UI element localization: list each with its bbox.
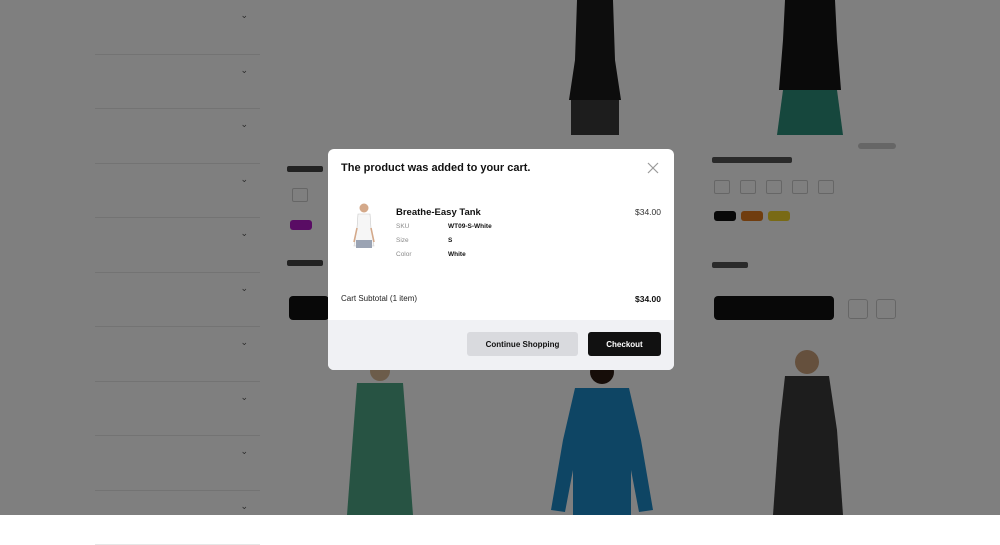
attr-value-size: S xyxy=(448,237,452,244)
cart-subtotal-value: $34.00 xyxy=(635,294,661,304)
checkout-button[interactable]: Checkout xyxy=(588,332,661,356)
modal-footer: Continue Shopping Checkout xyxy=(328,320,674,370)
cart-subtotal-label: Cart Subtotal (1 item) xyxy=(341,294,417,303)
continue-shopping-button[interactable]: Continue Shopping xyxy=(467,332,578,356)
product-price: $34.00 xyxy=(635,207,661,217)
attr-value-sku: WT09-S-White xyxy=(448,223,492,230)
product-thumbnail xyxy=(348,202,380,248)
attr-label-size: Size xyxy=(396,237,409,244)
add-to-cart-modal: The product was added to your cart. Brea… xyxy=(328,149,674,370)
modal-title: The product was added to your cart. xyxy=(341,162,530,174)
attr-label-sku: SKU xyxy=(396,223,409,230)
attr-value-color: White xyxy=(448,251,466,258)
product-name[interactable]: Breathe-Easy Tank xyxy=(396,207,481,218)
attr-label-color: Color xyxy=(396,251,412,258)
close-icon[interactable] xyxy=(646,161,660,175)
